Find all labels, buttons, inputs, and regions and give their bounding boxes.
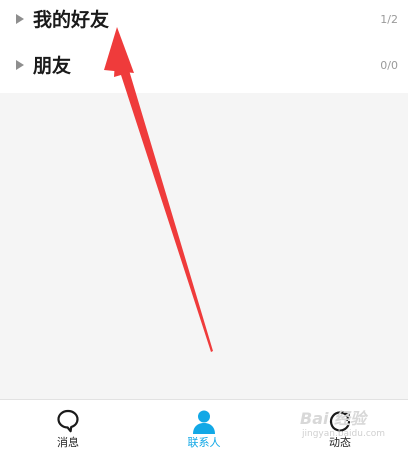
group-online-count: 0/0 [380, 59, 398, 72]
expand-caret-icon [16, 60, 24, 70]
group-name: 我的好友 [33, 9, 110, 31]
contacts-person-icon [193, 410, 215, 434]
tab-messages[interactable]: 消息 [0, 400, 136, 454]
bottom-tab-bar: 消息 联系人 动态 [0, 399, 408, 454]
tab-contacts[interactable]: 联系人 [136, 400, 272, 454]
tab-label: 消息 [57, 436, 79, 449]
group-online-count: 1/2 [380, 13, 398, 26]
tab-label: 动态 [329, 436, 351, 449]
tab-feed[interactable]: 动态 [272, 400, 408, 454]
expand-caret-icon [16, 14, 24, 24]
group-row-friends[interactable]: 朋友 0/0 [0, 46, 408, 90]
empty-list-area [0, 93, 408, 399]
refresh-icon [329, 411, 351, 432]
group-name: 朋友 [33, 55, 72, 77]
tab-label: 联系人 [187, 436, 221, 449]
contact-group-list: 我的好友 1/2 朋友 0/0 [0, 0, 408, 93]
message-bubble-icon [57, 409, 79, 433]
group-row-my-friends[interactable]: 我的好友 1/2 [0, 0, 408, 44]
